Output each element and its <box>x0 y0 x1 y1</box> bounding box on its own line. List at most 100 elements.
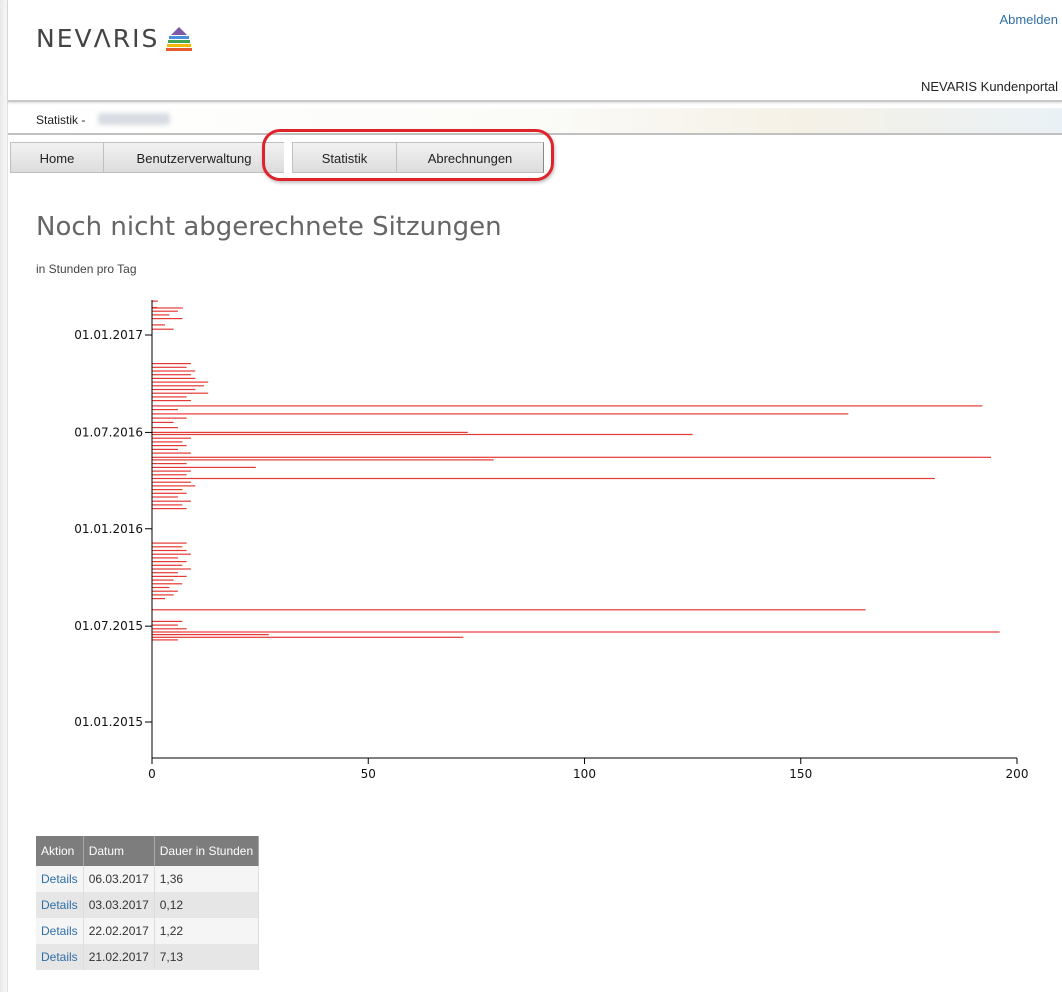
chart-bar <box>152 300 158 302</box>
x-tick-label: 0 <box>148 767 156 781</box>
y-tick-label: 01.07.2016 <box>74 425 143 439</box>
chart-bar <box>152 307 183 309</box>
chart-bar <box>152 542 187 544</box>
chart-bar <box>152 388 196 391</box>
chart-bar <box>152 594 174 596</box>
chart-bar <box>152 636 464 638</box>
details-link[interactable]: Details <box>41 872 78 886</box>
cell-hours: 7,13 <box>154 944 260 970</box>
chart-bar <box>152 477 935 480</box>
x-tick-label: 200 <box>1006 767 1029 781</box>
chart-bar <box>152 485 196 487</box>
cell-hours: 1,36 <box>154 866 260 892</box>
chart-bar <box>152 553 191 555</box>
sessions-table: Aktion Datum Dauer in Stunden Details 06… <box>36 836 260 970</box>
logo-text: NEVΛRIS <box>36 24 160 53</box>
cell-date: 06.03.2017 <box>83 866 155 892</box>
chart-bar <box>152 459 494 461</box>
chart-bar <box>152 318 183 320</box>
chart-bar <box>152 631 1000 633</box>
column-header: Dauer in Stunden <box>154 836 260 866</box>
chart-bar <box>152 634 269 636</box>
chart-bar <box>152 417 187 419</box>
details-link[interactable]: Details <box>41 898 78 912</box>
chart-bar <box>152 427 178 429</box>
chart-bar <box>152 363 191 365</box>
chart-bar <box>152 366 187 368</box>
column-header: Aktion <box>36 836 84 866</box>
chart-bar <box>152 466 256 468</box>
tab-benutzerverwaltung[interactable]: Benutzerverwaltung <box>103 142 284 173</box>
table-row: Details 06.03.2017 1,36 <box>36 866 260 892</box>
cell-hours: 0,12 <box>154 892 260 918</box>
chart-bar <box>152 492 187 494</box>
details-link[interactable]: Details <box>41 924 78 938</box>
portal-title: NEVARIS Kundenportal <box>920 79 1058 94</box>
chart-bar <box>152 474 187 476</box>
chart-bar <box>152 496 178 498</box>
cell-hours: 1,22 <box>154 918 260 944</box>
y-tick-label: 01.07.2015 <box>74 619 143 633</box>
chart-bar <box>152 437 191 439</box>
y-tick-label: 01.01.2017 <box>74 328 143 342</box>
chart-bar <box>152 452 191 454</box>
logo: NEVΛRIS <box>36 24 193 53</box>
chart-bar <box>152 310 178 312</box>
chart-bar <box>152 405 983 407</box>
tab-home[interactable]: Home <box>10 142 103 173</box>
annotation-highlight <box>262 129 554 181</box>
logo-stripes-icon <box>166 26 193 51</box>
details-link[interactable]: Details <box>41 950 78 964</box>
chart-bar <box>152 568 191 570</box>
chart-bar <box>152 385 204 387</box>
table-row: Details 03.03.2017 0,12 <box>36 892 260 918</box>
redacted-company-name <box>98 113 170 125</box>
table-row: Details 22.02.2017 1,22 <box>36 918 260 944</box>
chart-bar <box>152 628 187 630</box>
chart-bar <box>152 470 191 472</box>
chart-bar <box>152 561 187 563</box>
y-tick-label: 01.01.2016 <box>74 522 143 536</box>
chart-bar <box>152 431 468 433</box>
logout-link[interactable]: Abmelden <box>999 12 1058 27</box>
chart-bar <box>152 508 187 510</box>
chart-bar <box>152 564 183 566</box>
y-tick-label: 01.01.2015 <box>74 715 143 729</box>
chart-bar <box>152 579 174 581</box>
cell-date: 21.02.2017 <box>83 944 155 970</box>
chart-bar <box>152 328 174 330</box>
chart-bar <box>152 500 191 502</box>
chart-bar <box>152 609 866 611</box>
chart-bar <box>152 370 196 372</box>
x-tick-label: 50 <box>361 767 376 781</box>
chart-bar <box>152 400 191 402</box>
breadcrumb-label: Statistik - <box>36 113 86 127</box>
chart-bar <box>152 441 183 443</box>
chart-bar <box>152 504 183 506</box>
table-row: Details 21.02.2017 7,13 <box>36 944 260 970</box>
chart-bar <box>152 557 178 559</box>
page-subtitle: in Stunden pro Tag <box>36 262 137 276</box>
chart-bar <box>152 598 165 600</box>
chart-bar <box>152 396 187 398</box>
chart-bar <box>152 445 187 447</box>
chart-bar <box>152 463 187 465</box>
chart-bar <box>152 374 191 376</box>
chart-bar <box>152 624 178 626</box>
chart-bar <box>152 314 170 316</box>
sessions-bar-chart: 01.01.2017 01.07.2016 01.01.2016 01.07.2015… <box>74 300 1029 781</box>
chart-bar <box>152 586 170 589</box>
chart-bar <box>152 583 183 585</box>
chart-bar <box>152 448 178 450</box>
chart-bar <box>152 549 187 552</box>
page-title: Noch nicht abgerechnete Sitzungen <box>36 212 502 242</box>
column-header: Datum <box>83 836 155 866</box>
page-header: NEVΛRIS Abmelden NEVARIS Kundenportal <box>8 0 1062 102</box>
chart-bar <box>152 590 178 592</box>
chart-bar <box>152 413 849 415</box>
x-tick-label: 150 <box>789 767 812 781</box>
chart-bar <box>152 639 178 641</box>
chart-bar <box>152 324 165 326</box>
chart-bar <box>152 421 174 423</box>
chart-bar <box>152 481 191 483</box>
